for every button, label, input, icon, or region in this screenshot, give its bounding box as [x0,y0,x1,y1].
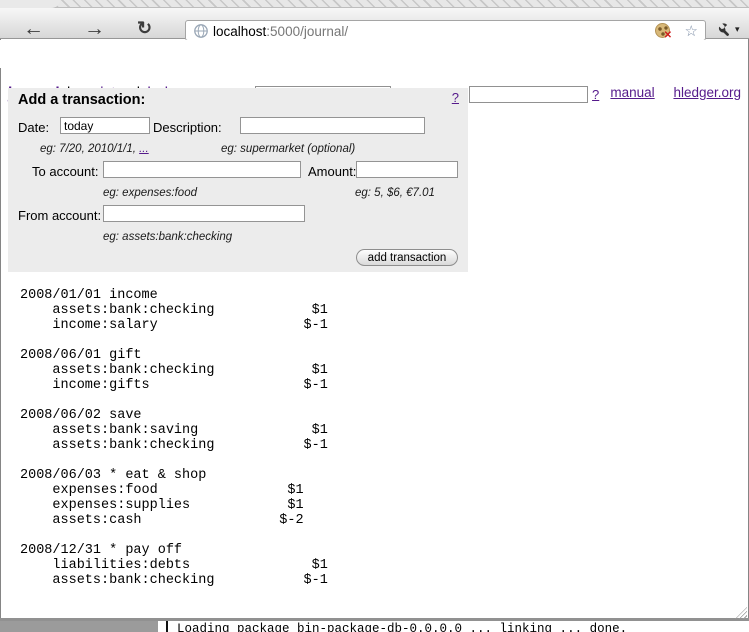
amount-label: Amount: [308,164,356,179]
add-transaction-form: Add a transaction: ? Date: Description: … [8,88,468,272]
description-input[interactable] [240,117,425,134]
date-hint-text: eg: 7/20, 2010/1/1, [40,143,139,155]
date-hint: eg: 7/20, 2010/1/1, ... [40,143,149,155]
url-host: localhost [213,24,266,39]
top-links: manual hledger.org [595,85,741,100]
reload-button[interactable]: ↻ [137,19,152,37]
resize-grip[interactable] [735,607,747,619]
window-frame-stripes [0,0,749,8]
window-left-border [0,8,1,621]
to-account-hint: eg: expenses:food [103,187,197,199]
from-account-label: From account: [18,208,101,223]
browser-toolbar: ← → ↻ localhost:5000/journal/ ✕ ☆ ▾ [0,8,749,39]
to-account-label: To account: [32,164,99,179]
browser-tab[interactable] [0,0,60,8]
terminal-window-border [166,621,168,632]
to-account-input[interactable] [103,161,301,178]
behind-window-strip: Loading package bin-package-db-0.0.0.0 .… [0,621,749,632]
bookmark-star-icon[interactable]: ☆ [685,22,698,40]
forward-button[interactable]: → [84,18,105,39]
amount-hint: eg: 5, $6, €7.01 [355,187,435,199]
form-title: Add a transaction: [18,92,145,108]
amount-input[interactable] [356,161,458,178]
description-hint: eg: supermarket (optional) [221,143,355,155]
url-path: :5000/journal/ [266,24,348,39]
back-button[interactable]: ← [23,18,44,39]
cookie-blocked-icon[interactable]: ✕ [655,23,670,38]
form-help-link[interactable]: ? [452,90,459,105]
period-input[interactable] [469,86,588,103]
page-nav: journal|register|balance filter by: ? in… [0,40,747,68]
url-text: localhost:5000/journal/ [213,24,348,39]
date-input[interactable] [60,117,150,134]
manual-link[interactable]: manual [610,85,654,100]
hledger-org-link[interactable]: hledger.org [673,85,741,100]
description-label: Description: [153,120,222,135]
journal-text: 2008/01/01 income assets:bank:checking $… [20,288,328,588]
desktop-background [0,621,158,632]
date-hint-more-link[interactable]: ... [139,143,149,155]
add-transaction-button[interactable]: add transaction [356,249,458,266]
menu-caret-icon[interactable]: ▾ [735,24,740,35]
from-account-hint: eg: assets:bank:checking [103,231,232,243]
address-bar[interactable]: localhost:5000/journal/ ✕ ☆ [185,20,706,41]
date-label: Date: [18,120,49,135]
from-account-input[interactable] [103,205,305,222]
terminal-output-text: Loading package bin-package-db-0.0.0.0 .… [177,622,627,632]
